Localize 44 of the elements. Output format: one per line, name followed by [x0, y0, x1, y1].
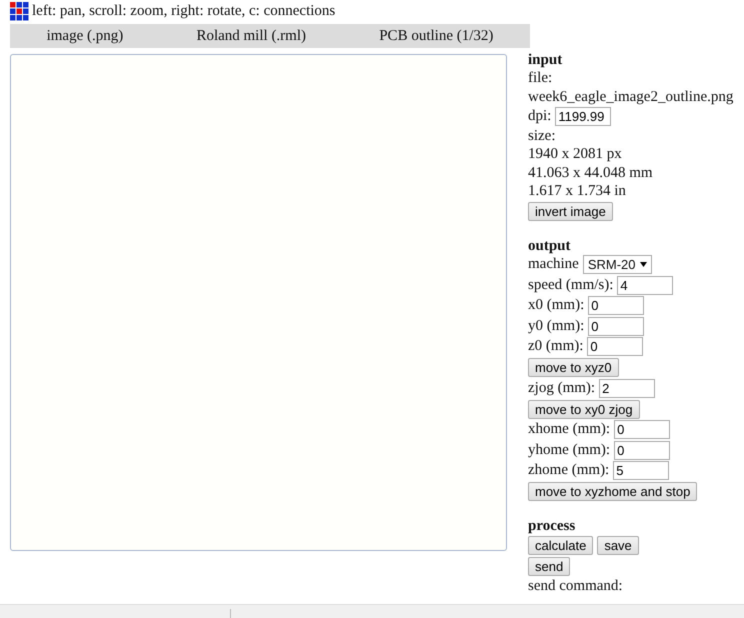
- input-field[interactable]: 0: [614, 420, 670, 440]
- action-button[interactable]: save: [597, 536, 639, 555]
- caret-icon: [640, 262, 646, 268]
- field-label: z0 (mm):: [528, 338, 584, 356]
- field-label: y0 (mm):: [528, 318, 584, 335]
- action-button[interactable]: move to xyzhome and stop: [528, 482, 698, 501]
- input-field[interactable]: 0: [614, 440, 670, 460]
- section-heading: output: [528, 236, 572, 254]
- action-button[interactable]: invert image: [528, 202, 613, 220]
- module-title[interactable]: image (.png): [46, 28, 124, 44]
- section-heading: input: [528, 51, 564, 69]
- machine-dropdown[interactable]: SRM-20: [582, 255, 652, 274]
- hint-text: left: pan, scroll: zoom, right: rotate, c: connections: [32, 2, 336, 20]
- action-button[interactable]: move to xyz0: [528, 358, 619, 377]
- field-label: x0 (mm):: [528, 297, 584, 314]
- input-field[interactable]: 0: [588, 296, 644, 316]
- field-label: speed (mm/s):: [528, 276, 614, 294]
- input-field[interactable]: 0: [588, 316, 644, 336]
- field-label: dpi:: [528, 108, 552, 125]
- field-label: zhome (mm):: [528, 462, 610, 480]
- grid-icon: [10, 2, 29, 20]
- info-text: size:: [528, 126, 556, 145]
- input-field[interactable]: 4: [617, 276, 674, 295]
- field-label: zjog (mm):: [528, 380, 596, 397]
- info-text: 41.063 x 44.048 mm: [528, 164, 654, 182]
- module-title[interactable]: PCB outline (1/32): [379, 28, 494, 44]
- canvas-area[interactable]: [10, 54, 507, 551]
- input-field[interactable]: 5: [613, 461, 670, 480]
- field-label: machine: [528, 256, 579, 274]
- field-label: xhome (mm):: [528, 421, 610, 438]
- module-title[interactable]: Roland mill (.rml): [196, 28, 306, 44]
- field-label: yhome (mm):: [528, 442, 610, 459]
- action-button[interactable]: send: [528, 557, 570, 576]
- input-field[interactable]: 1199.99: [555, 106, 612, 126]
- section-heading: process: [528, 517, 576, 535]
- info-text: week6_eagle_image2_outline.png: [528, 88, 734, 106]
- info-text: file:: [528, 69, 554, 88]
- info-text: 1.617 x 1.734 in: [528, 182, 627, 200]
- action-button[interactable]: calculate: [528, 536, 594, 555]
- input-field[interactable]: 2: [599, 378, 656, 398]
- action-button[interactable]: move to xy0 zjog: [528, 400, 640, 418]
- info-text: send command:: [528, 577, 624, 596]
- input-field[interactable]: 0: [587, 337, 644, 356]
- info-text: 1940 x 2081 px: [528, 145, 623, 164]
